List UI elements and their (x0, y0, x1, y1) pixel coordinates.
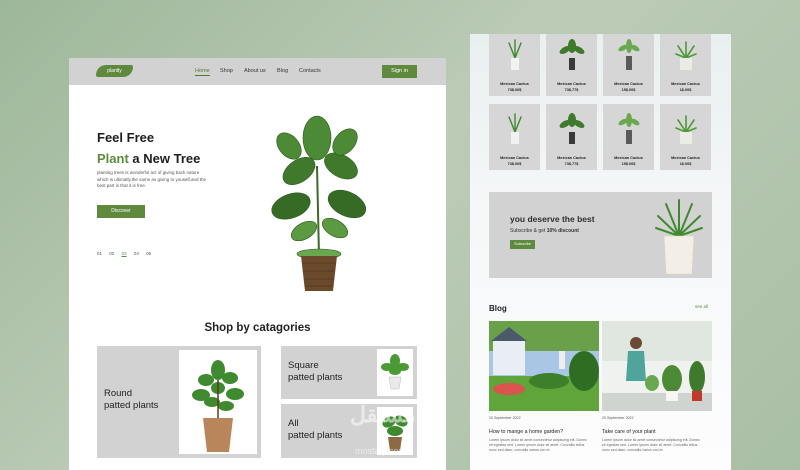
promo-title: you deserve the best (510, 214, 595, 224)
square-plant-image (381, 354, 409, 390)
nav-link-contacts[interactable]: Contacts (299, 68, 321, 74)
product-card[interactable]: Mexican Cactus 1$.00$ (660, 34, 711, 96)
category-label-line1: All (288, 418, 299, 429)
product-card[interactable]: Mexican Cactus 1$.00$ (660, 104, 711, 170)
blog-post-excerpt: Lorem ipsum dolor sit amet consectetur a… (602, 438, 700, 452)
blog-post-image (602, 321, 712, 411)
category-round-card[interactable]: Round patted plants (97, 346, 261, 458)
blog-post-date: 20 September 2022 (602, 416, 634, 420)
pager-item[interactable]: 05 (146, 251, 151, 256)
pager-item-active[interactable]: 03 (122, 251, 127, 256)
nav-link-blog[interactable]: Blog (277, 68, 288, 74)
category-label: Square patted plants (288, 360, 342, 384)
product-price: 73$.77$ (564, 88, 579, 92)
watermark-logo: مستقل (350, 402, 416, 427)
nav-link-shop[interactable]: Shop (220, 68, 233, 74)
product-card[interactable]: Mexican Cactus 15$.00$ (603, 104, 654, 170)
product-card[interactable]: Mexican Cactus 73$.77$ (546, 104, 597, 170)
product-price: 15$.00$ (621, 88, 636, 92)
blog-post-date: 20 September 2022 (489, 416, 521, 420)
product-name: Mexican Cactus (557, 156, 586, 160)
product-name: Mexican Cactus (614, 156, 643, 160)
product-price: 1$.00$ (679, 162, 692, 166)
blog-post-excerpt: Lorem ipsum dolor sit amet consectetur a… (489, 438, 587, 452)
product-card[interactable]: Mexican Cactus 73$.00$ (489, 34, 540, 96)
blog-see-all-link[interactable]: see all (695, 304, 708, 309)
hero-title-rest: a New Tree (128, 151, 201, 166)
blog-post-title: How to mange a home garden? (489, 429, 564, 435)
product-name: Mexican Cactus (500, 82, 529, 86)
product-image (603, 112, 654, 151)
product-price: 73$.00$ (507, 162, 522, 166)
product-image (603, 38, 654, 77)
promo-banner: you deserve the best Subscribe & get 10%… (489, 192, 712, 278)
product-price: 15$.00$ (621, 162, 636, 166)
subscribe-button[interactable]: Subscribe (510, 240, 535, 249)
category-label-line2: patted plants (104, 400, 159, 411)
product-image (660, 112, 711, 151)
promo-plant-image (655, 199, 703, 275)
categories-title: Shop by catagories (204, 322, 311, 334)
promo-subtitle-text: Subscribe & get (510, 228, 547, 234)
hero-pager: 01 02 03 04 05 (97, 251, 157, 256)
category-label-line1: Round (104, 388, 132, 399)
discover-button[interactable]: Discover (97, 205, 145, 218)
category-square-card[interactable]: Square patted plants (281, 346, 417, 399)
product-card[interactable]: Mexican Cactus 15$.00$ (603, 34, 654, 96)
pager-item[interactable]: 02 (109, 251, 114, 256)
promo-discount: 10% discount (546, 228, 579, 234)
product-price: 73$.00$ (507, 88, 522, 92)
product-name: Mexican Cactus (671, 156, 700, 160)
logo[interactable]: plantly (96, 65, 133, 77)
category-label-line2: patted plants (288, 430, 343, 441)
round-plant-image (192, 360, 244, 452)
nav-link-home[interactable]: Home (195, 68, 210, 76)
hero-plant-image (271, 115, 367, 291)
shop-page-preview: you deserve the best Subscribe & get 10%… (470, 34, 731, 470)
navbar: plantly Home Shop About us Blog Contacts… (69, 58, 446, 85)
blog-title: Blog (489, 304, 507, 313)
hero-description: planting trees is wonderful act of givin… (97, 170, 206, 188)
product-image (546, 112, 597, 151)
product-price: 73$.77$ (564, 162, 579, 166)
product-price: 1$.00$ (679, 88, 692, 92)
product-name: Mexican Cactus (671, 82, 700, 86)
category-label: Round patted plants (104, 388, 158, 412)
blog-post-card[interactable]: 20 September 2022 Take care of your plan… (602, 321, 712, 453)
product-image (546, 38, 597, 77)
pager-item[interactable]: 04 (134, 251, 139, 256)
hero-title-accent: Plant (97, 151, 129, 166)
blog-post-title: Take care of your plant (602, 429, 656, 435)
product-name: Mexican Cactus (614, 82, 643, 86)
hero-title-line1: Feel Free (97, 130, 155, 145)
signin-button[interactable]: Sign in (382, 65, 417, 78)
product-card[interactable]: Mexican Cactus 73$.77$ (546, 34, 597, 96)
pager-item[interactable]: 01 (97, 251, 102, 256)
hero-title-line2: Plant a New Tree (97, 151, 200, 166)
category-label: All patted plants (288, 418, 342, 442)
product-name: Mexican Cactus (557, 82, 586, 86)
watermark-text: mostaql.com (355, 446, 407, 456)
product-image (489, 38, 540, 77)
nav-link-about[interactable]: About us (244, 68, 266, 74)
blog-post-card[interactable]: 20 September 2022 How to mange a home ga… (489, 321, 599, 453)
product-image (489, 112, 540, 151)
product-name: Mexican Cactus (500, 156, 529, 160)
category-image-frame (377, 349, 413, 396)
category-label-line2: patted plants (288, 372, 343, 383)
promo-subtitle: Subscribe & get 10% discount (510, 228, 579, 234)
category-image-frame (179, 350, 257, 454)
product-image (660, 38, 711, 77)
blog-post-image (489, 321, 599, 411)
category-label-line1: Square (288, 360, 319, 371)
product-card[interactable]: Mexican Cactus 73$.00$ (489, 104, 540, 170)
